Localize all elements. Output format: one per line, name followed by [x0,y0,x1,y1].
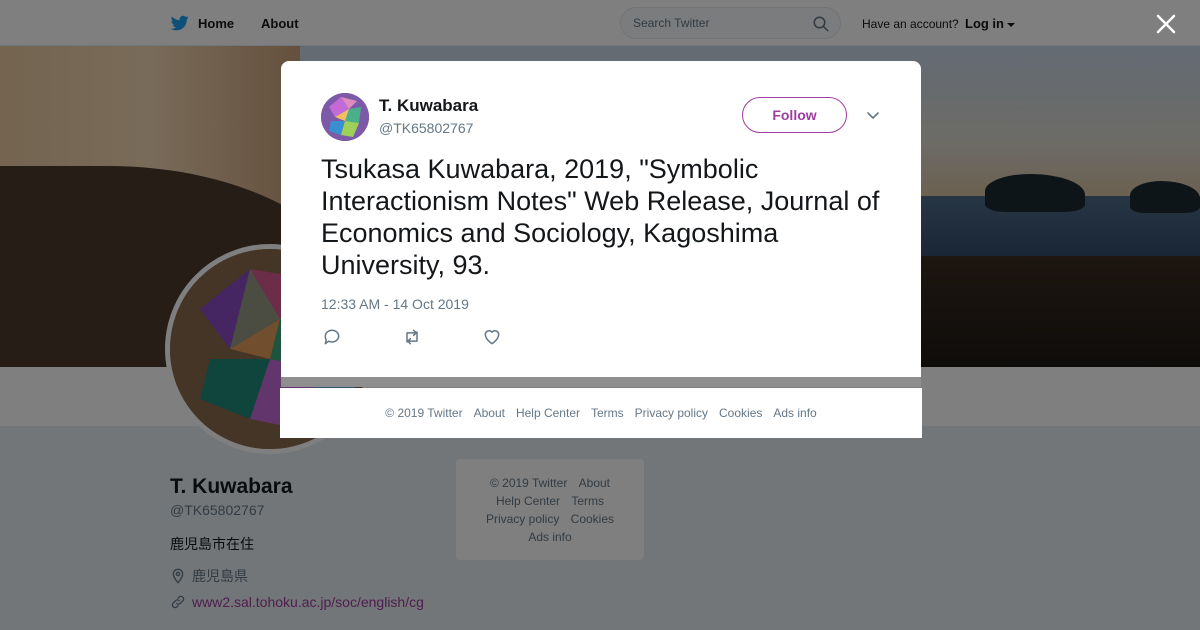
tweet-author-handle[interactable]: @TK65802767 [379,120,473,136]
close-icon[interactable] [1152,10,1180,38]
tweet-modal: T. Kuwabara @TK65802767 Follow Tsukasa K… [281,61,921,377]
footer-copyright: © 2019 Twitter [385,406,463,420]
reply-icon[interactable] [322,327,342,347]
chevron-down-icon[interactable] [865,107,881,123]
footer-link-help-center[interactable]: Help Center [516,406,580,420]
tweet-text: Tsukasa Kuwabara, 2019, "Symbolic Intera… [321,154,880,280]
tweet-author-name[interactable]: T. Kuwabara [379,96,478,116]
modal-separator [281,377,921,387]
avatar-origami-image [321,93,369,141]
footer-link-cookies[interactable]: Cookies [719,406,762,420]
footer-link-about[interactable]: About [474,406,505,420]
footer-link-terms[interactable]: Terms [591,406,624,420]
footer-link-privacy-policy[interactable]: Privacy policy [635,406,708,420]
tweet-author-avatar[interactable] [321,93,369,141]
retweet-icon[interactable] [402,327,422,347]
heart-icon[interactable] [482,327,502,347]
tweet-timestamp[interactable]: 12:33 AM - 14 Oct 2019 [321,296,469,312]
modal-footer: © 2019 Twitter About Help Center Terms P… [280,388,922,438]
follow-button[interactable]: Follow [742,97,847,133]
footer-link-ads-info[interactable]: Ads info [773,406,816,420]
